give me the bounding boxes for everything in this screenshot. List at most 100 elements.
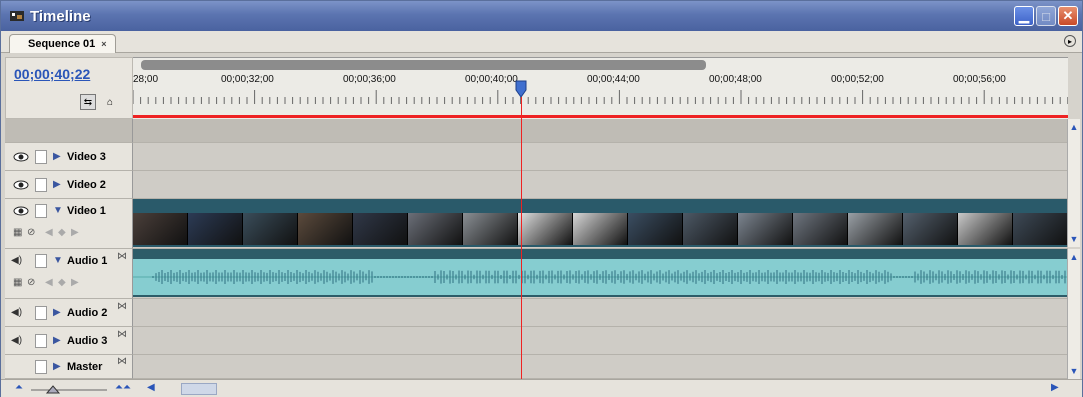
prev-keyframe-icon[interactable]: ◀ [45,227,53,238]
scroll-left-icon[interactable]: ◀ [147,382,155,393]
horizontal-scroll-thumb[interactable] [181,383,217,395]
speaker-icon[interactable]: ◀) [11,255,22,266]
video-clip[interactable] [133,199,1068,247]
video-scrollbar[interactable]: ▲ ▼ [1067,119,1080,247]
track-master[interactable] [133,355,1068,379]
collapse-triangle-icon[interactable]: ▼ [53,205,63,216]
lock-toggle[interactable] [35,178,47,192]
expand-triangle-icon[interactable]: ▶ [53,361,61,372]
video-frame-thumbnail [958,213,1013,245]
track-header-video1: ▼ Video 1 ▦ ⊘ ◀ ◆ ▶ [5,199,133,249]
stereo-icon: ⋈ [117,301,127,312]
ruler-label: 00;00;32;00 [221,74,274,85]
title-bar: Timeline ▁ □ ✕ [1,1,1082,31]
track-name: Audio 1 [67,255,108,267]
lock-toggle[interactable] [35,204,47,218]
ruler-label: 00;00;52;00 [831,74,884,85]
expand-triangle-icon[interactable]: ▶ [53,307,61,318]
track-video1[interactable] [133,199,1068,249]
add-keyframe-icon[interactable]: ◆ [58,227,66,238]
track-header-audio1: ◀) ▼ Audio 1 ⋈ ▦ ⊘ ◀ ◆ ▶ [5,249,133,299]
tab-close-icon[interactable]: × [101,39,106,49]
tab-sequence-01[interactable]: Sequence 01 × [9,34,116,53]
snap-icon[interactable]: ⇆ [80,94,96,110]
lock-toggle[interactable] [35,254,47,268]
ruler-label: 00;00;48;00 [709,74,762,85]
bottom-bar: ⏶ ⏶⏶ ◀ ▶ [1,379,1082,397]
track-spacer [5,119,133,143]
video-frame-thumbnail [738,213,793,245]
video-frame-thumbnail [903,213,958,245]
waveform [133,259,1068,295]
render-bar [133,115,1068,118]
current-timecode[interactable]: 00;00;40;22 [14,66,90,82]
lock-toggle[interactable] [35,360,47,374]
audio-scrollbar[interactable]: ▲ ▼ [1067,249,1080,379]
scroll-up-icon[interactable]: ▲ [1068,121,1080,133]
next-keyframe-icon[interactable]: ▶ [71,227,79,238]
marker-icon[interactable]: ⌂ [102,94,118,110]
close-button[interactable]: ✕ [1058,6,1078,26]
video-frame-thumbnail [298,213,353,245]
keyframe-toggle-icon[interactable]: ⊘ [27,277,35,288]
scroll-down-icon[interactable]: ▼ [1068,365,1080,377]
tab-bar: Sequence 01 × ▸ [1,31,1082,53]
expand-triangle-icon[interactable]: ▶ [53,151,61,162]
video-frame-thumbnail [518,213,573,245]
audio-clip[interactable] [133,249,1068,297]
speaker-icon[interactable]: ◀) [11,307,22,318]
scroll-down-icon[interactable]: ▼ [1068,233,1080,245]
eye-icon[interactable] [13,151,29,163]
lock-toggle[interactable] [35,334,47,348]
keyframe-toggle-icon[interactable]: ⊘ [27,227,35,238]
ruler-label: 00;00;44;00 [587,74,640,85]
eye-icon[interactable] [13,205,29,217]
add-keyframe-icon[interactable]: ◆ [58,277,66,288]
speaker-icon[interactable]: ◀) [11,335,22,346]
track-video2[interactable] [133,171,1068,199]
video-frame-thumbnail [573,213,628,245]
collapse-triangle-icon[interactable]: ▼ [53,255,63,266]
video-frame-thumbnail [188,213,243,245]
minimize-button[interactable]: ▁ [1014,6,1034,26]
track-audio1[interactable] [133,249,1068,299]
timeline-window: Timeline ▁ □ ✕ Sequence 01 × ▸ 00;00;40;… [0,0,1083,397]
track-name: Audio 3 [67,335,108,347]
display-style-icon[interactable]: ▦ [13,227,22,238]
scroll-up-icon[interactable]: ▲ [1068,251,1080,263]
maximize-button[interactable]: □ [1036,6,1056,26]
playhead-handle-icon[interactable] [515,80,527,98]
next-keyframe-icon[interactable]: ▶ [71,277,79,288]
film-icon [10,11,24,21]
panel-menu-icon[interactable]: ▸ [1064,35,1076,47]
ruler-label: 28;00 [133,74,159,85]
lock-toggle[interactable] [35,150,47,164]
track-header-master: ▶ Master ⋈ [5,355,133,379]
prev-keyframe-icon[interactable]: ◀ [45,277,53,288]
display-style-icon[interactable]: ▦ [13,277,22,288]
expand-triangle-icon[interactable]: ▶ [53,335,61,346]
time-ruler[interactable]: 28;00 00;00;32;00 00;00;36;00 00;00;40;0… [133,57,1068,119]
expand-triangle-icon[interactable]: ▶ [53,179,61,190]
stereo-icon: ⋈ [117,329,127,340]
zoom-in-icon[interactable]: ⏶⏶ [115,382,131,393]
tab-label: Sequence 01 [28,38,96,50]
track-name: Video 3 [67,151,106,163]
track-video3[interactable] [133,143,1068,171]
playhead-line[interactable] [521,97,522,380]
timeline-header: 00;00;40;22 ⇆ ⌂ [5,57,133,119]
work-area-bar[interactable] [141,60,706,70]
eye-icon[interactable] [13,179,29,191]
track-audio2[interactable] [133,299,1068,327]
video-frame-thumbnail [683,213,738,245]
zoom-slider[interactable] [29,384,109,394]
zoom-out-icon[interactable]: ⏶ [15,382,23,393]
video-frame-thumbnail [628,213,683,245]
track-name: Video 1 [67,205,106,217]
video-frame-thumbnail [1013,213,1068,245]
track-spacer-content [133,119,1068,143]
track-audio3[interactable] [133,327,1068,355]
video-frame-thumbnail [133,213,188,245]
scroll-right-icon[interactable]: ▶ [1051,382,1059,393]
lock-toggle[interactable] [35,306,47,320]
